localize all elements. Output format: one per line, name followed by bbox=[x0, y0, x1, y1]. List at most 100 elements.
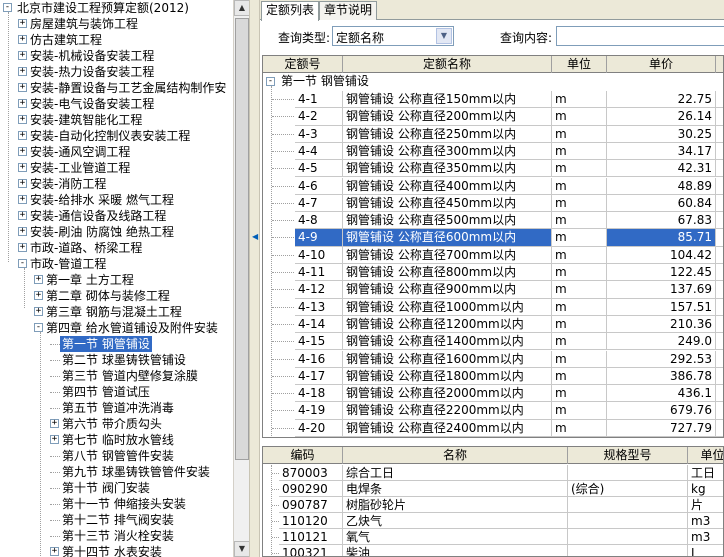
expand-icon[interactable]: + bbox=[18, 179, 27, 188]
query-type-select[interactable]: 定额名称 ▼ bbox=[332, 26, 454, 46]
cell-extra bbox=[716, 195, 723, 213]
cell-price: 157.51 bbox=[607, 298, 716, 316]
cell-name: 钢管铺设 公称直径250mm以内 bbox=[343, 125, 552, 143]
expand-icon[interactable]: + bbox=[34, 275, 43, 284]
collapse-icon[interactable]: - bbox=[34, 323, 43, 332]
column-header-code[interactable]: 定额号 bbox=[263, 56, 343, 73]
expand-icon[interactable]: + bbox=[18, 163, 27, 172]
tab-quota-list[interactable]: 定额列表 bbox=[261, 1, 320, 21]
quota-row[interactable]: 4-2 钢管铺设 公称直径200mm以内 m 26.14 bbox=[263, 108, 723, 126]
cell-unit: m bbox=[552, 298, 607, 316]
collapse-icon[interactable]: - bbox=[3, 3, 12, 12]
resource-row[interactable]: 090787 树脂砂轮片 片 bbox=[263, 497, 723, 513]
tree-item-label: 第六节 带介质勾头 bbox=[62, 417, 162, 431]
cell-code: 4-9 bbox=[295, 229, 343, 247]
resource-row[interactable]: 110120 乙炔气 m3 bbox=[263, 513, 723, 529]
expand-icon[interactable]: + bbox=[18, 35, 27, 44]
expand-icon[interactable]: + bbox=[18, 131, 27, 140]
quota-row[interactable]: 4-14 钢管铺设 公称直径1200mm以内 m 210.36 bbox=[263, 315, 723, 334]
cell-name: 树脂砂轮片 bbox=[343, 497, 568, 513]
column-header-unit[interactable]: 单位 bbox=[552, 56, 607, 73]
tree-item-label: 第四节 管道试压 bbox=[62, 385, 150, 399]
quota-row[interactable]: 4-12 钢管铺设 公称直径900mm以内 m 137.69 bbox=[263, 281, 723, 299]
expand-icon[interactable]: + bbox=[34, 307, 43, 316]
quota-row[interactable]: 4-4 钢管铺设 公称直径300mm以内 m 34.17 bbox=[263, 142, 723, 161]
quota-row[interactable]: 4-1 钢管铺设 公称直径150mm以内 m 22.75 bbox=[263, 91, 723, 109]
quota-row[interactable]: 4-15 钢管铺设 公称直径1400mm以内 m 249.0 bbox=[263, 333, 723, 351]
quota-row[interactable]: 4-3 钢管铺设 公称直径250mm以内 m 30.25 bbox=[263, 125, 723, 143]
expand-icon[interactable]: + bbox=[34, 291, 43, 300]
resource-row[interactable]: 110121 氧气 m3 bbox=[263, 529, 723, 545]
cell-name: 钢管铺设 公称直径350mm以内 bbox=[343, 160, 552, 178]
quota-row[interactable]: 4-7 钢管铺设 公称直径450mm以内 m 60.84 bbox=[263, 194, 723, 213]
quota-row[interactable]: 4-9 钢管铺设 公称直径600mm以内 m 85.71 bbox=[263, 229, 723, 247]
query-bar: 查询类型: 定额名称 ▼ 查询内容: bbox=[260, 21, 724, 51]
cell-name: 钢管铺设 公称直径300mm以内 bbox=[343, 142, 552, 161]
expand-icon[interactable]: + bbox=[50, 419, 59, 428]
collapse-icon[interactable]: - bbox=[266, 77, 275, 86]
resource-row[interactable]: 870003 综合工日 工日 bbox=[263, 465, 723, 481]
quota-row[interactable]: 4-10 钢管铺设 公称直径700mm以内 m 104.42 bbox=[263, 246, 723, 264]
quota-row[interactable]: 4-13 钢管铺设 公称直径1000mm以内 m 157.51 bbox=[263, 298, 723, 316]
quota-grid[interactable]: 定额号 定额名称 单位 单价 - 第一节 钢管铺设 4-1 钢管铺设 公称直径15… bbox=[262, 55, 724, 438]
expand-icon[interactable]: + bbox=[50, 547, 59, 556]
cell-extra bbox=[716, 247, 723, 264]
quota-row[interactable]: 4-16 钢管铺设 公称直径1600mm以内 m 292.53 bbox=[263, 350, 723, 368]
quota-row[interactable]: 4-21钢管铺设 公称直径2600mm以内m873.7 bbox=[263, 437, 724, 438]
expand-icon[interactable]: + bbox=[18, 115, 27, 124]
expand-icon[interactable]: + bbox=[18, 67, 27, 76]
quota-row[interactable]: 4-17 钢管铺设 公称直径1800mm以内 m 386.78 bbox=[263, 367, 723, 386]
expand-icon[interactable]: + bbox=[18, 19, 27, 28]
expand-icon[interactable]: + bbox=[18, 147, 27, 156]
quota-row[interactable]: 4-19 钢管铺设 公称直径2200mm以内 m 679.76 bbox=[263, 402, 723, 420]
cell-unit: m bbox=[552, 194, 607, 213]
quota-row[interactable]: 4-6 钢管铺设 公称直径400mm以内 m 48.89 bbox=[263, 177, 723, 195]
expand-icon[interactable]: + bbox=[18, 51, 27, 60]
quota-row[interactable]: 4-5 钢管铺设 公称直径350mm以内 m 42.31 bbox=[263, 160, 723, 178]
tab-section-notes[interactable]: 章节说明 bbox=[319, 1, 378, 20]
expand-icon[interactable]: + bbox=[18, 227, 27, 236]
quota-row[interactable]: 4-11 钢管铺设 公称直径800mm以内 m 122.45 bbox=[263, 264, 723, 282]
scroll-down-icon[interactable]: ▼ bbox=[234, 541, 250, 557]
resource-row[interactable]: 100321 柴油 L bbox=[263, 545, 723, 556]
quota-panel: 定额列表 章节说明 查询类型: 定额名称 ▼ 查询内容: 定额号 定额名称 单位… bbox=[260, 0, 724, 557]
tree-vertical-scrollbar[interactable]: ▲ ▼ bbox=[233, 0, 250, 557]
column-header-price[interactable]: 单价 bbox=[607, 56, 716, 73]
expand-icon[interactable]: + bbox=[18, 243, 27, 252]
tree-item-label: 第十三节 消火栓安装 bbox=[62, 529, 174, 543]
cell-unit: L bbox=[688, 545, 723, 556]
expand-icon[interactable]: + bbox=[18, 83, 27, 92]
scrollbar-thumb[interactable] bbox=[235, 18, 249, 460]
resource-row[interactable]: 090290 电焊条 (综合) kg bbox=[263, 481, 723, 497]
query-content-input[interactable] bbox=[556, 26, 724, 46]
cell-extra bbox=[716, 402, 723, 420]
panel-splitter[interactable]: ◀ bbox=[249, 0, 260, 557]
collapse-icon[interactable]: - bbox=[18, 259, 27, 268]
scroll-up-icon[interactable]: ▲ bbox=[234, 0, 250, 16]
cell-unit: m bbox=[552, 125, 607, 143]
expand-icon[interactable]: + bbox=[18, 99, 27, 108]
quota-row[interactable]: 4-8 钢管铺设 公称直径500mm以内 m 67.83 bbox=[263, 212, 723, 230]
category-tree[interactable]: - 北京市建设工程预算定额(2012) + 房屋建筑与装饰工程 + 仿古建筑工程 + 安装… bbox=[0, 0, 233, 557]
column-header-res-spec[interactable]: 规格型号 bbox=[568, 447, 688, 464]
chevron-down-icon[interactable]: ▼ bbox=[436, 28, 452, 44]
expand-icon[interactable]: + bbox=[50, 435, 59, 444]
cell-extra bbox=[716, 143, 723, 161]
cell-name: 乙炔气 bbox=[343, 513, 568, 529]
resource-grid[interactable]: 编码 名称 规格型号 单位 870003 综合工日 工日 090290 电焊条 (综合) k… bbox=[262, 446, 724, 557]
expand-icon[interactable]: + bbox=[18, 211, 27, 220]
cell-unit: m bbox=[552, 367, 607, 386]
column-header-res-code[interactable]: 编码 bbox=[263, 447, 343, 464]
column-header-name[interactable]: 定额名称 bbox=[343, 56, 552, 73]
collapse-left-arrow-icon[interactable]: ◀ bbox=[252, 228, 258, 246]
cell-unit: m3 bbox=[688, 529, 723, 545]
group-row[interactable]: - 第一节 钢管铺设 bbox=[263, 73, 723, 90]
tree-item-label: 第二章 砌体与装修工程 bbox=[46, 289, 170, 303]
cell-code: 4-20 bbox=[295, 419, 343, 437]
column-header-res-unit[interactable]: 单位 bbox=[688, 447, 723, 464]
column-header-res-name[interactable]: 名称 bbox=[343, 447, 568, 464]
cell-name: 钢管铺设 公称直径900mm以内 bbox=[343, 281, 552, 299]
quota-row[interactable]: 4-20 钢管铺设 公称直径2400mm以内 m 727.79 bbox=[263, 419, 723, 437]
expand-icon[interactable]: + bbox=[18, 195, 27, 204]
quota-row[interactable]: 4-18 钢管铺设 公称直径2000mm以内 m 436.1 bbox=[263, 385, 723, 403]
